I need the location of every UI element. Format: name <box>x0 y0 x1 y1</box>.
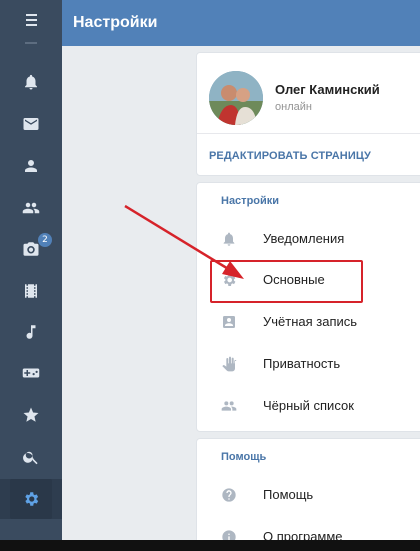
question-icon <box>222 488 236 502</box>
avatar-photo <box>209 71 263 125</box>
profile-card: Олег Каминский онлайн РЕДАКТИРОВАТЬ СТРА… <box>196 52 420 176</box>
sidebar: 2 <box>0 0 62 540</box>
help-card: Помощь Помощь О программе <box>196 438 420 551</box>
menu-item-label: Чёрный список <box>263 398 354 413</box>
sidebar-item-music[interactable] <box>0 312 62 352</box>
group-icon <box>22 202 40 214</box>
profile-name[interactable]: Олег Каминский <box>275 82 380 97</box>
system-navigation-bar <box>0 540 420 551</box>
gamepad-icon <box>22 368 40 378</box>
menu-icon <box>0 0 62 40</box>
group-icon <box>221 401 237 411</box>
bell-icon <box>25 74 37 90</box>
sidebar-item-videos[interactable] <box>0 271 62 311</box>
sidebar-item-search[interactable] <box>0 437 62 477</box>
menu-item-blacklist[interactable]: Чёрный список <box>197 385 420 427</box>
menu-item-help[interactable]: Помощь <box>197 474 420 516</box>
menu-button[interactable] <box>0 0 62 40</box>
mail-icon <box>23 118 39 130</box>
gear-icon <box>25 492 39 506</box>
highlight-box <box>210 260 363 303</box>
menu-item-label: Помощь <box>263 487 314 502</box>
sidebar-item-games[interactable] <box>0 353 62 393</box>
account-card-icon <box>223 316 235 328</box>
sidebar-item-bookmarks[interactable] <box>0 395 62 435</box>
sidebar-item-photos[interactable]: 2 <box>0 229 62 269</box>
divider <box>197 133 420 134</box>
sidebar-item-messages[interactable] <box>0 104 62 144</box>
film-icon <box>25 284 37 298</box>
edit-page-link[interactable]: РЕДАКТИРОВАТЬ СТРАНИЦУ <box>209 150 371 162</box>
search-icon <box>23 451 38 465</box>
bell-icon <box>223 232 235 246</box>
menu-item-privacy[interactable]: Приватность <box>197 343 420 385</box>
menu-item-notifications[interactable]: Уведомления <box>197 218 420 260</box>
help-section-title: Помощь <box>221 451 267 463</box>
menu-item-label: Приватность <box>263 356 341 371</box>
star-icon <box>23 407 39 422</box>
page-title: Настройки <box>73 14 158 31</box>
person-icon <box>25 160 37 172</box>
avatar[interactable] <box>209 71 263 125</box>
hand-icon <box>222 356 237 372</box>
sidebar-divider <box>25 42 37 44</box>
menu-item-label: Уведомления <box>263 231 345 246</box>
menu-item-account[interactable]: Учётная запись <box>197 301 420 343</box>
music-icon <box>26 325 36 339</box>
sidebar-item-friends[interactable] <box>0 146 62 186</box>
settings-card: Настройки Уведомления Основные Учётная з… <box>196 182 420 432</box>
profile-status: онлайн <box>275 101 312 113</box>
settings-section-title: Настройки <box>221 195 280 207</box>
sidebar-item-groups[interactable] <box>0 188 62 228</box>
menu-item-label: Учётная запись <box>263 314 358 329</box>
sidebar-item-settings[interactable] <box>0 479 62 519</box>
sidebar-item-notifications[interactable] <box>0 62 62 102</box>
photos-badge: 2 <box>38 233 52 247</box>
camera-icon <box>23 242 39 256</box>
header: Настройки <box>62 0 420 46</box>
